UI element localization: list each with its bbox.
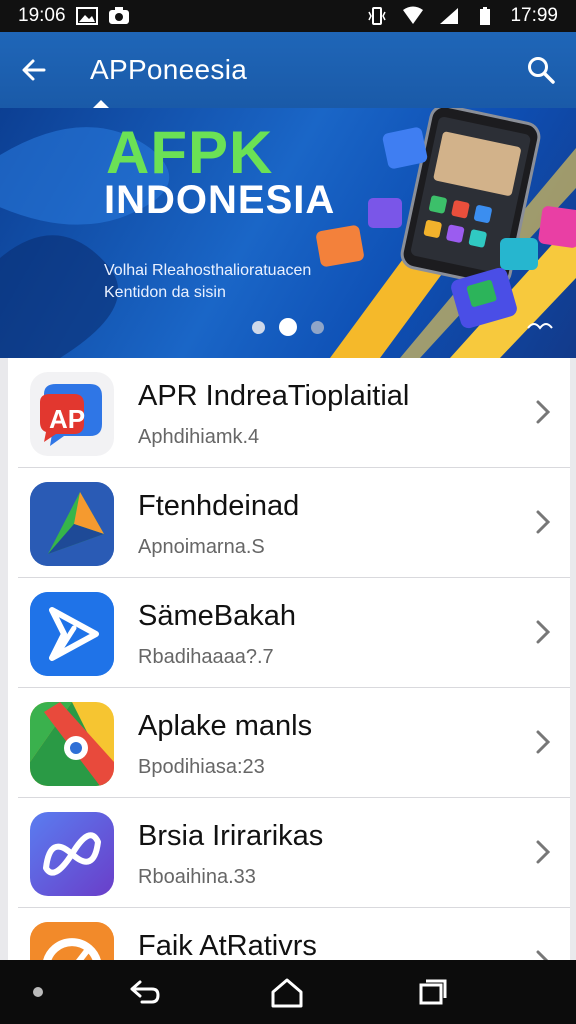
carousel-dot[interactable] bbox=[252, 320, 265, 334]
list-item[interactable]: SämeBakah Rbadihaaaa?.7 bbox=[8, 578, 570, 688]
list-item[interactable]: Aplake manls Bpodihiasa:23 bbox=[8, 688, 570, 798]
chevron-right-icon bbox=[536, 730, 551, 754]
ap-logo-icon: AP bbox=[30, 372, 114, 456]
app-name: SämeBakah bbox=[138, 600, 296, 632]
infinity-icon bbox=[30, 812, 114, 896]
triangle-play-icon bbox=[30, 482, 114, 566]
chevron-right-icon bbox=[536, 510, 551, 534]
home-nav-icon[interactable] bbox=[270, 978, 304, 1008]
status-time-left: 19:06 bbox=[18, 5, 66, 26]
app-list: AP APR IndreaTioplaitial Aphdihiamk.4 Ft… bbox=[8, 358, 570, 960]
carousel-dots[interactable] bbox=[252, 318, 324, 336]
colorful-eye-icon bbox=[30, 702, 114, 786]
app-meta: Apnoimarna.S bbox=[138, 536, 265, 558]
orange-gauge-icon bbox=[30, 922, 114, 960]
list-item[interactable]: AP APR IndreaTioplaitial Aphdihiamk.4 bbox=[8, 358, 570, 468]
back-nav-icon[interactable] bbox=[128, 978, 162, 1006]
app-bar: APPoneesia bbox=[0, 32, 576, 109]
list-item[interactable]: Brsia Irirarikas Rboaihina.33 bbox=[8, 798, 570, 908]
app-title: APPoneesia bbox=[90, 54, 248, 85]
list-item[interactable]: Faik AtRativrs bbox=[8, 908, 570, 960]
svg-text:AP: AP bbox=[49, 404, 85, 434]
arrow-play-icon bbox=[30, 592, 114, 676]
app-name: Brsia Irirarikas bbox=[138, 820, 324, 852]
wifi-icon bbox=[403, 6, 424, 24]
app-name: Faik AtRativrs bbox=[138, 930, 317, 960]
chevron-right-icon bbox=[536, 620, 551, 644]
recents-nav-icon[interactable] bbox=[418, 978, 448, 1006]
vibrate-icon bbox=[368, 7, 387, 25]
app-name: Aplake manls bbox=[138, 710, 313, 742]
app-meta: Rboaihina.33 bbox=[138, 866, 256, 888]
app-meta: Bpodihiasa:23 bbox=[138, 756, 265, 778]
chevron-right-icon bbox=[536, 400, 551, 424]
back-arrow-icon[interactable] bbox=[20, 56, 48, 84]
carousel-dot-active[interactable] bbox=[279, 318, 297, 336]
banner-subtitle: Volhai Rleahosthalioratuacen Kentidon da… bbox=[104, 262, 312, 301]
battery-icon bbox=[480, 7, 491, 25]
banner-title-secondary: INDONESIA bbox=[104, 178, 336, 222]
gallery-icon bbox=[75, 7, 98, 25]
dot-icon[interactable] bbox=[32, 986, 44, 998]
app-name: APR IndreaTioplaitial bbox=[138, 380, 410, 412]
signal-icon bbox=[440, 8, 459, 24]
promo-banner[interactable]: AFPK INDONESIA Volhai Rleahosthalioratua… bbox=[0, 108, 576, 358]
list-item[interactable]: Ftenhdeinad Apnoimarna.S bbox=[8, 468, 570, 578]
chevron-right-icon bbox=[536, 840, 551, 864]
system-nav-bar bbox=[0, 960, 576, 1024]
camera-icon bbox=[108, 7, 129, 24]
status-time-right: 17:99 bbox=[510, 5, 558, 26]
carousel-dot[interactable] bbox=[311, 320, 324, 334]
app-name: Ftenhdeinad bbox=[138, 490, 300, 522]
status-bar: 19:06 17:99 bbox=[0, 0, 576, 32]
chevron-right-icon bbox=[536, 950, 549, 960]
app-meta: Rbadihaaaa?.7 bbox=[138, 646, 274, 668]
search-icon[interactable] bbox=[526, 55, 556, 85]
banner-title-primary: AFPK bbox=[106, 119, 274, 186]
app-meta: Aphdihiamk.4 bbox=[138, 426, 260, 448]
